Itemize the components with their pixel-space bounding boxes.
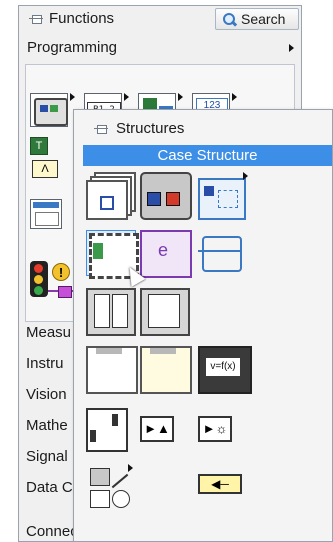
programming-label: Programming xyxy=(27,39,118,56)
structures-subpalette: Structures Case Structure e v=f(x) ►▲ ►☼… xyxy=(73,109,333,542)
submenu-arrow-icon xyxy=(124,93,129,101)
event-structure-submenu-icon[interactable] xyxy=(198,172,248,220)
decorations-submenu-icon[interactable] xyxy=(86,464,136,510)
structures-header[interactable]: Structures xyxy=(94,120,184,137)
timed-loop-icon[interactable] xyxy=(140,288,190,336)
palette-title[interactable]: Functions xyxy=(29,10,114,27)
structures-folder-icon[interactable] xyxy=(30,93,68,127)
search-icon xyxy=(222,12,237,27)
boolean-t-icon[interactable]: T xyxy=(30,137,48,155)
global-variable-icon[interactable]: ►☼ xyxy=(198,416,232,442)
flat-frame-icon[interactable] xyxy=(86,288,136,336)
dialog-ui-icon[interactable] xyxy=(30,199,62,229)
flat-sequence-icon[interactable] xyxy=(140,172,192,220)
mathscript-node-icon[interactable]: v=f(x) xyxy=(198,346,252,394)
palette-header: Functions Search xyxy=(19,6,301,34)
formula-text: v=f(x) xyxy=(206,358,240,376)
submenu-arrow-icon xyxy=(128,464,133,472)
while-loop-box-icon[interactable] xyxy=(86,346,138,394)
programming-category[interactable]: Programming xyxy=(20,36,302,60)
pin-icon[interactable] xyxy=(29,12,43,26)
feedback-up-icon[interactable]: ►▲ xyxy=(140,416,174,442)
structures-title: Structures xyxy=(116,120,185,137)
formula-node-e-icon[interactable]: e xyxy=(140,230,192,278)
submenu-arrow-icon xyxy=(289,44,294,52)
timing-icon[interactable] xyxy=(30,261,48,297)
diagram-disable-icon[interactable] xyxy=(198,230,248,276)
submenu-arrow-icon xyxy=(243,172,248,180)
warning-icon[interactable]: ! xyxy=(52,263,70,281)
subvi-node-icon[interactable] xyxy=(86,408,136,454)
feedback-node-icon[interactable]: ◀─ xyxy=(198,474,242,494)
case-structure-tooltip: Case Structure xyxy=(83,145,332,166)
submenu-arrow-icon xyxy=(178,93,183,101)
search-label: Search xyxy=(241,11,286,27)
stacked-sequence-icon[interactable] xyxy=(86,172,136,220)
for-loop-box-icon[interactable] xyxy=(140,346,192,394)
palette-title-label: Functions xyxy=(49,10,115,27)
submenu-arrow-icon xyxy=(232,93,237,101)
submenu-arrow-icon xyxy=(70,93,75,101)
and-gate-icon[interactable]: Λ xyxy=(32,160,58,178)
pin-icon[interactable] xyxy=(94,122,108,136)
search-button[interactable]: Search xyxy=(215,8,299,30)
